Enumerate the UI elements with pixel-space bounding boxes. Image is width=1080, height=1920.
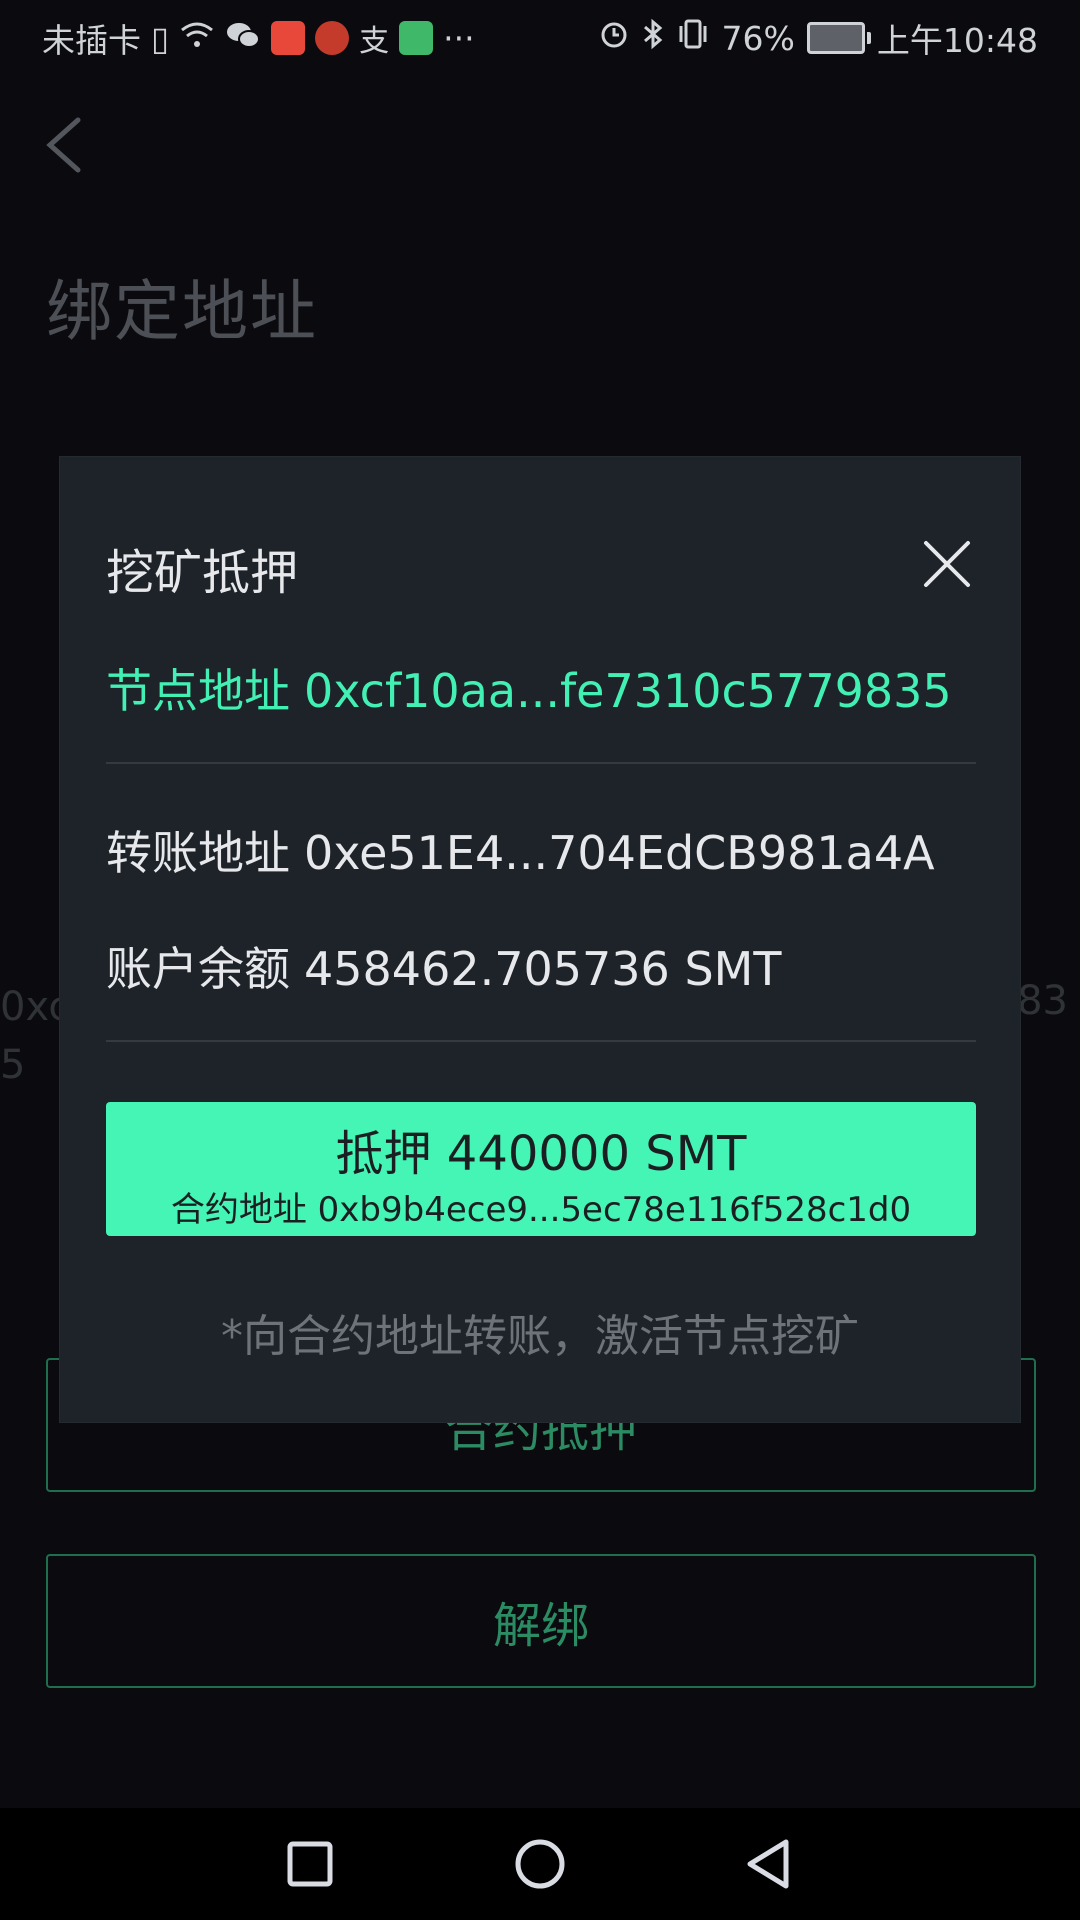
back-arrow-icon[interactable] xyxy=(42,110,90,180)
status-bar: 未插卡 ▯ 支 ··· 76% 上午10:48 xyxy=(0,0,1080,76)
system-nav-bar xyxy=(0,1808,1080,1920)
sim-alert-icon: ▯ xyxy=(151,18,170,58)
mining-stake-dialog: 挖矿抵押 节点地址 0xcf10aa...fe7310c5779835 转账地址 0… xyxy=(60,457,1020,1422)
contract-address-value: 0xb9b4ece9...5ec78e116f528c1d0 xyxy=(317,1190,912,1230)
home-icon[interactable] xyxy=(512,1836,568,1896)
more-notifications-icon: ··· xyxy=(443,18,475,58)
divider xyxy=(106,1040,976,1042)
kuaikandian-app-icon xyxy=(315,21,350,55)
transfer-address-label: 转账地址 xyxy=(106,826,290,880)
divider xyxy=(106,762,976,764)
page-title: 绑定地址 xyxy=(46,273,318,350)
node-address-row: 节点地址 0xcf10aa...fe7310c5779835 xyxy=(106,655,952,721)
vibrate-icon xyxy=(676,18,710,58)
transfer-address-row: 转账地址 0xe51E4...704EdCB981a4A xyxy=(106,817,935,883)
battery-icon xyxy=(806,22,871,54)
qutoutiao-app-icon xyxy=(399,21,434,55)
battery-percent: 76% xyxy=(721,18,795,58)
stake-button-label: 抵押 440000 SMT xyxy=(335,1126,747,1182)
dialog-title: 挖矿抵押 xyxy=(106,545,299,601)
node-address-label: 节点地址 xyxy=(106,664,290,718)
status-left: 未插卡 ▯ 支 ··· xyxy=(42,14,475,62)
node-address-value: 0xcf10aa...fe7310c5779835 xyxy=(304,664,952,718)
zhifubao-icon: 支 xyxy=(359,24,390,59)
transfer-address-value: 0xe51E4...704EdCB981a4A xyxy=(304,826,935,880)
wechat-icon xyxy=(225,19,261,58)
toutiao-app-icon xyxy=(271,21,306,55)
contract-address-line: 合约地址 0xb9b4ece9...5ec78e116f528c1d0 xyxy=(106,1182,976,1231)
status-right: 76% 上午10:48 xyxy=(598,14,1038,62)
unbind-button[interactable]: 解绑 xyxy=(46,1554,1036,1688)
contract-address-label: 合约地址 xyxy=(170,1190,307,1230)
carrier-label: 未插卡 xyxy=(42,21,141,60)
back-icon[interactable] xyxy=(740,1836,796,1896)
recent-apps-icon[interactable] xyxy=(282,1836,338,1896)
balance-row: 账户余额 458462.705736 SMT xyxy=(106,933,781,999)
close-icon[interactable] xyxy=(922,539,972,589)
clock: 上午10:48 xyxy=(876,21,1038,60)
balance-value: 458462.705736 SMT xyxy=(304,942,782,996)
wifi-icon xyxy=(179,19,215,58)
stake-button[interactable]: 抵押 440000 SMT 合约地址 0xb9b4ece9...5ec78e11… xyxy=(106,1102,976,1236)
alarm-icon xyxy=(598,18,630,58)
address-fragment-right: 83 xyxy=(1017,978,1068,1024)
balance-label: 账户余额 xyxy=(106,942,290,996)
unbind-label: 解绑 xyxy=(492,1598,589,1654)
stake-hint: *向合约地址转账，激活节点挖矿 xyxy=(221,1311,859,1362)
bluetooth-icon xyxy=(642,18,664,58)
